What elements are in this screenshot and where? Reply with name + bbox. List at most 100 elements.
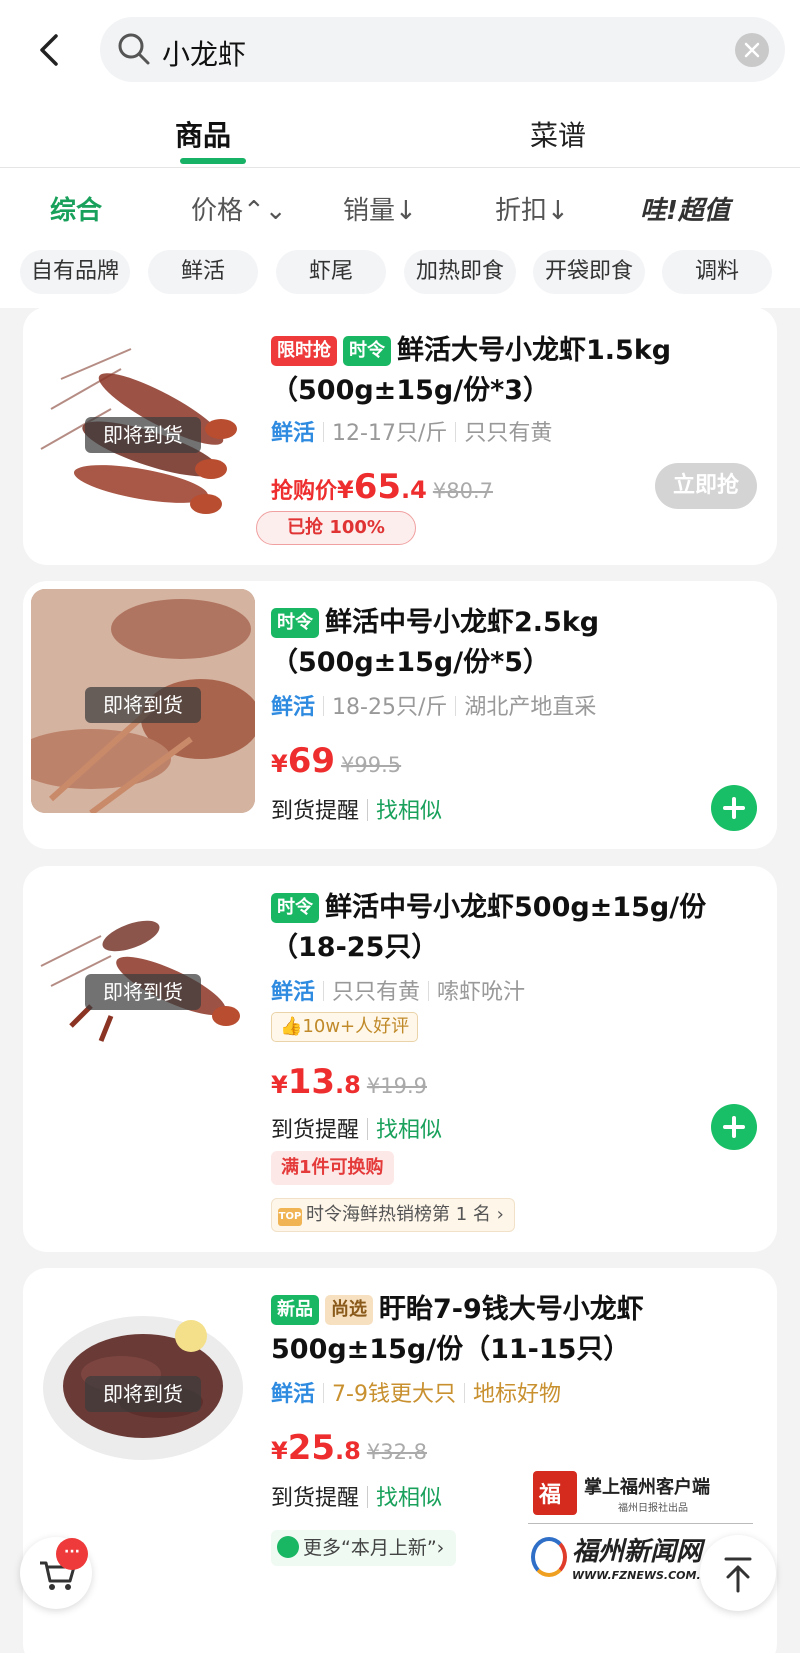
sort-overall[interactable]: 综合 [50, 190, 102, 227]
product-title-text: 鲜活中号小龙虾2.5kg（500g±15g/份*5） [271, 607, 600, 678]
chip-heat-and-eat[interactable]: 加热即食 [404, 250, 516, 294]
more-new-text: 更多“本月上新”› [303, 1537, 445, 1559]
review-badge: 👍10w+人好评 [271, 1012, 419, 1042]
attr-live: 鲜活 [271, 1382, 316, 1407]
watermark-line1: 掌上福州客户端 [584, 1477, 710, 1498]
find-similar-link[interactable]: 找相似 [376, 1486, 442, 1511]
arrival-reminder-link[interactable]: 到货提醒 [271, 1118, 359, 1143]
attr-live: 鲜活 [271, 980, 316, 1005]
original-price: ¥80.7 [432, 479, 493, 503]
currency-symbol: ¥ [271, 750, 288, 778]
product-image[interactable]: 即将到货 [31, 876, 255, 1100]
chip-live[interactable]: 鲜活 [148, 250, 258, 294]
coming-soon-badge: 即将到货 [85, 417, 201, 453]
filter-chips: 自有品牌 鲜活 虾尾 加热即食 开袋即食 调料 [0, 234, 800, 308]
currency-symbol: ¥ [337, 476, 354, 504]
price-decimal: .8 [335, 1071, 361, 1099]
search-input[interactable]: 小龙虾 [100, 17, 785, 82]
product-image[interactable]: 即将到货 [31, 589, 255, 813]
chip-seasoning[interactable]: 调料 [662, 250, 772, 294]
tab-products[interactable]: 商品 [175, 114, 231, 154]
product-title: 新品 尚选 盱眙7-9钱大号小龙虾500g±15g/份（11-15只） [271, 1290, 751, 1370]
sort-bar: 综合 价格⌃⌄ 销量↓ 折扣↓ 哇!超值 [0, 168, 800, 234]
watermark-logo-text: 福 [539, 1483, 562, 1508]
buy-now-button[interactable]: 立即抢 [655, 463, 757, 509]
product-attributes: 鲜活 18-25只/斤 湖北产地直采 [271, 689, 596, 721]
review-text: 10w+人好评 [302, 1016, 410, 1037]
attr-landmark: 地标好物 [472, 1382, 561, 1407]
product-title: 限时抢 时令 鲜活大号小龙虾1.5kg（500g±15g/份*3） [271, 331, 751, 411]
add-to-cart-button[interactable] [711, 1104, 757, 1150]
price: ¥25.8 ¥32.8 [271, 1428, 427, 1468]
watermark-line2: 福州日报社出品 [618, 1503, 688, 1514]
price-value: 13 [287, 1062, 336, 1102]
price: ¥13.8 ¥19.9 [271, 1062, 427, 1102]
watermark-line4: WWW.FZNEWS.COM.CN [572, 1569, 718, 1582]
sold-progress-badge: 已抢 100% [256, 511, 416, 545]
add-to-cart-button[interactable] [711, 785, 757, 831]
thumbs-up-icon: 👍 [280, 1016, 303, 1037]
seasonal-tag: 时令 [271, 608, 319, 638]
original-price: ¥99.5 [341, 753, 402, 777]
back-button[interactable] [30, 26, 70, 74]
sort-sales[interactable]: 销量↓ [343, 190, 417, 227]
price-value: 65 [353, 467, 402, 507]
flash-sale-tag: 限时抢 [271, 336, 337, 366]
attr-taste: 嗦虾吮汁 [437, 980, 526, 1005]
product-attributes: 鲜活 7-9钱更大只 地标好物 [271, 1376, 561, 1408]
coming-soon-badge: 即将到货 [85, 974, 201, 1010]
product-actions: 到货提醒 找相似 [271, 1112, 442, 1144]
more-new-link[interactable]: 更多“本月上新”› [271, 1530, 457, 1566]
clear-button[interactable] [735, 33, 769, 67]
price: 抢购价¥65.4 ¥80.7 [271, 467, 493, 507]
product-title: 时令 鲜活中号小龙虾2.5kg（500g±15g/份*5） [271, 603, 751, 683]
tab-recipes[interactable]: 菜谱 [530, 114, 586, 154]
seasonal-tag: 时令 [343, 336, 391, 366]
top-bar: 小龙虾 [0, 0, 800, 100]
tab-bar: 商品 菜谱 [0, 100, 800, 168]
attr-roe: 只只有黄 [464, 421, 553, 446]
product-actions: 到货提醒 找相似 [271, 793, 442, 825]
watermark-logo: 福 [533, 1471, 577, 1515]
ranking-link[interactable]: TOP 时令海鲜热销榜第 1 名 › [271, 1198, 515, 1232]
top-icon: TOP [278, 1208, 302, 1226]
price-decimal: .4 [401, 476, 427, 504]
search-query[interactable]: 小龙虾 [162, 33, 246, 73]
news-logo-icon [531, 1537, 567, 1577]
price-decimal: .8 [335, 1437, 361, 1465]
coming-soon-badge: 即将到货 [85, 687, 201, 723]
sort-super-value[interactable]: 哇!超值 [640, 190, 730, 227]
search-icon [118, 33, 150, 65]
attr-roe: 只只有黄 [332, 980, 421, 1005]
cart-badge: ··· [56, 1538, 88, 1570]
sort-price[interactable]: 价格⌃⌄ [191, 190, 287, 227]
attr-origin: 湖北产地直采 [464, 695, 597, 720]
bag-icon [277, 1536, 299, 1558]
arrow-up-icon [724, 1557, 752, 1593]
product-attributes: 鲜活 只只有黄 嗦虾吮汁 [271, 974, 525, 1006]
promo-badge: 满1件可换购 [271, 1151, 394, 1185]
product-image[interactable]: 即将到货 [31, 319, 255, 543]
price-prefix: 抢购价 [271, 479, 338, 504]
product-card[interactable]: 即将到货 时令 鲜活中号小龙虾2.5kg（500g±15g/份*5） 鲜活 18-2… [23, 581, 777, 849]
ranking-text: 时令海鲜热销榜第 1 名 › [306, 1204, 504, 1225]
arrival-reminder-link[interactable]: 到货提醒 [271, 1486, 359, 1511]
chip-own-brand[interactable]: 自有品牌 [20, 250, 130, 294]
chip-ready-to-eat[interactable]: 开袋即食 [533, 250, 645, 294]
product-image[interactable]: 即将到货 [31, 1278, 255, 1502]
tab-indicator [180, 158, 246, 164]
sort-discount[interactable]: 折扣↓ [495, 190, 569, 227]
arrival-reminder-link[interactable]: 到货提醒 [271, 799, 359, 824]
product-actions: 到货提醒 找相似 [271, 1480, 442, 1512]
find-similar-link[interactable]: 找相似 [376, 799, 442, 824]
product-card[interactable]: 即将到货 时令 鲜活中号小龙虾500g±15g/份（18-25只） 鲜活 只只有黄嗦… [23, 866, 777, 1252]
chip-shrimp-tail[interactable]: 虾尾 [276, 250, 386, 294]
product-card[interactable]: 即将到货 限时抢 时令 鲜活大号小龙虾1.5kg（500g±15g/份*3） 鲜活 1… [23, 307, 777, 565]
price-value: 69 [287, 741, 336, 781]
close-icon [744, 42, 760, 58]
original-price: ¥32.8 [366, 1440, 427, 1464]
price: ¥69 ¥99.5 [271, 741, 401, 781]
find-similar-link[interactable]: 找相似 [376, 1118, 442, 1143]
currency-symbol: ¥ [271, 1437, 288, 1465]
back-to-top-button[interactable] [700, 1535, 776, 1611]
